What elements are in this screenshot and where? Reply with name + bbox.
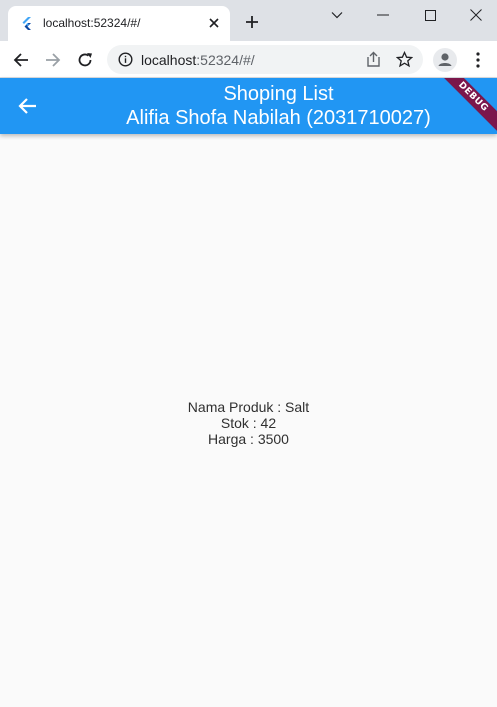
info-icon[interactable] <box>118 52 133 67</box>
kebab-menu-icon[interactable] <box>470 47 486 73</box>
arrow-left-icon[interactable] <box>14 94 40 118</box>
minimize-icon[interactable] <box>360 0 406 30</box>
url-text[interactable]: localhost:52324/#/ <box>141 52 255 68</box>
app-bar-title: Shoping List Alifia Shofa Nabilah (20317… <box>60 82 497 130</box>
reload-icon[interactable] <box>72 47 98 73</box>
browser-toolbar: localhost:52324/#/ <box>0 41 497 78</box>
tab-title: localhost:52324/#/ <box>43 16 141 30</box>
page-subtitle: Alifia Shofa Nabilah (2031710027) <box>126 107 431 129</box>
page-content: Nama Produk : Salt Stok : 42 Harga : 350… <box>0 134 497 707</box>
chevron-down-icon[interactable] <box>314 0 360 30</box>
url-path: :52324/#/ <box>196 52 255 68</box>
arrow-left-icon[interactable] <box>8 47 34 73</box>
maximize-icon[interactable] <box>407 0 453 30</box>
close-icon[interactable] <box>205 14 223 32</box>
plus-icon[interactable] <box>242 12 262 32</box>
arrow-right-icon[interactable] <box>40 47 66 73</box>
page-title: Shoping List <box>223 83 334 105</box>
url-host: localhost <box>141 52 197 68</box>
share-icon[interactable] <box>365 51 382 68</box>
address-bar[interactable]: localhost:52324/#/ <box>107 45 423 74</box>
flutter-icon <box>20 16 34 30</box>
star-icon[interactable] <box>395 50 414 68</box>
product-stock: Stok : 42 <box>220 415 277 431</box>
app-bar: Shoping List Alifia Shofa Nabilah (20317… <box>0 78 497 134</box>
product-detail: Nama Produk : Salt Stok : 42 Harga : 350… <box>0 399 497 447</box>
browser-tab[interactable]: localhost:52324/#/ <box>8 6 230 41</box>
profile-icon[interactable] <box>432 47 458 73</box>
product-name: Nama Produk : Salt <box>187 399 310 415</box>
browser-tabstrip: localhost:52324/#/ <box>0 0 497 41</box>
product-price: Harga : 3500 <box>208 431 289 447</box>
window-close-icon[interactable] <box>453 0 497 30</box>
